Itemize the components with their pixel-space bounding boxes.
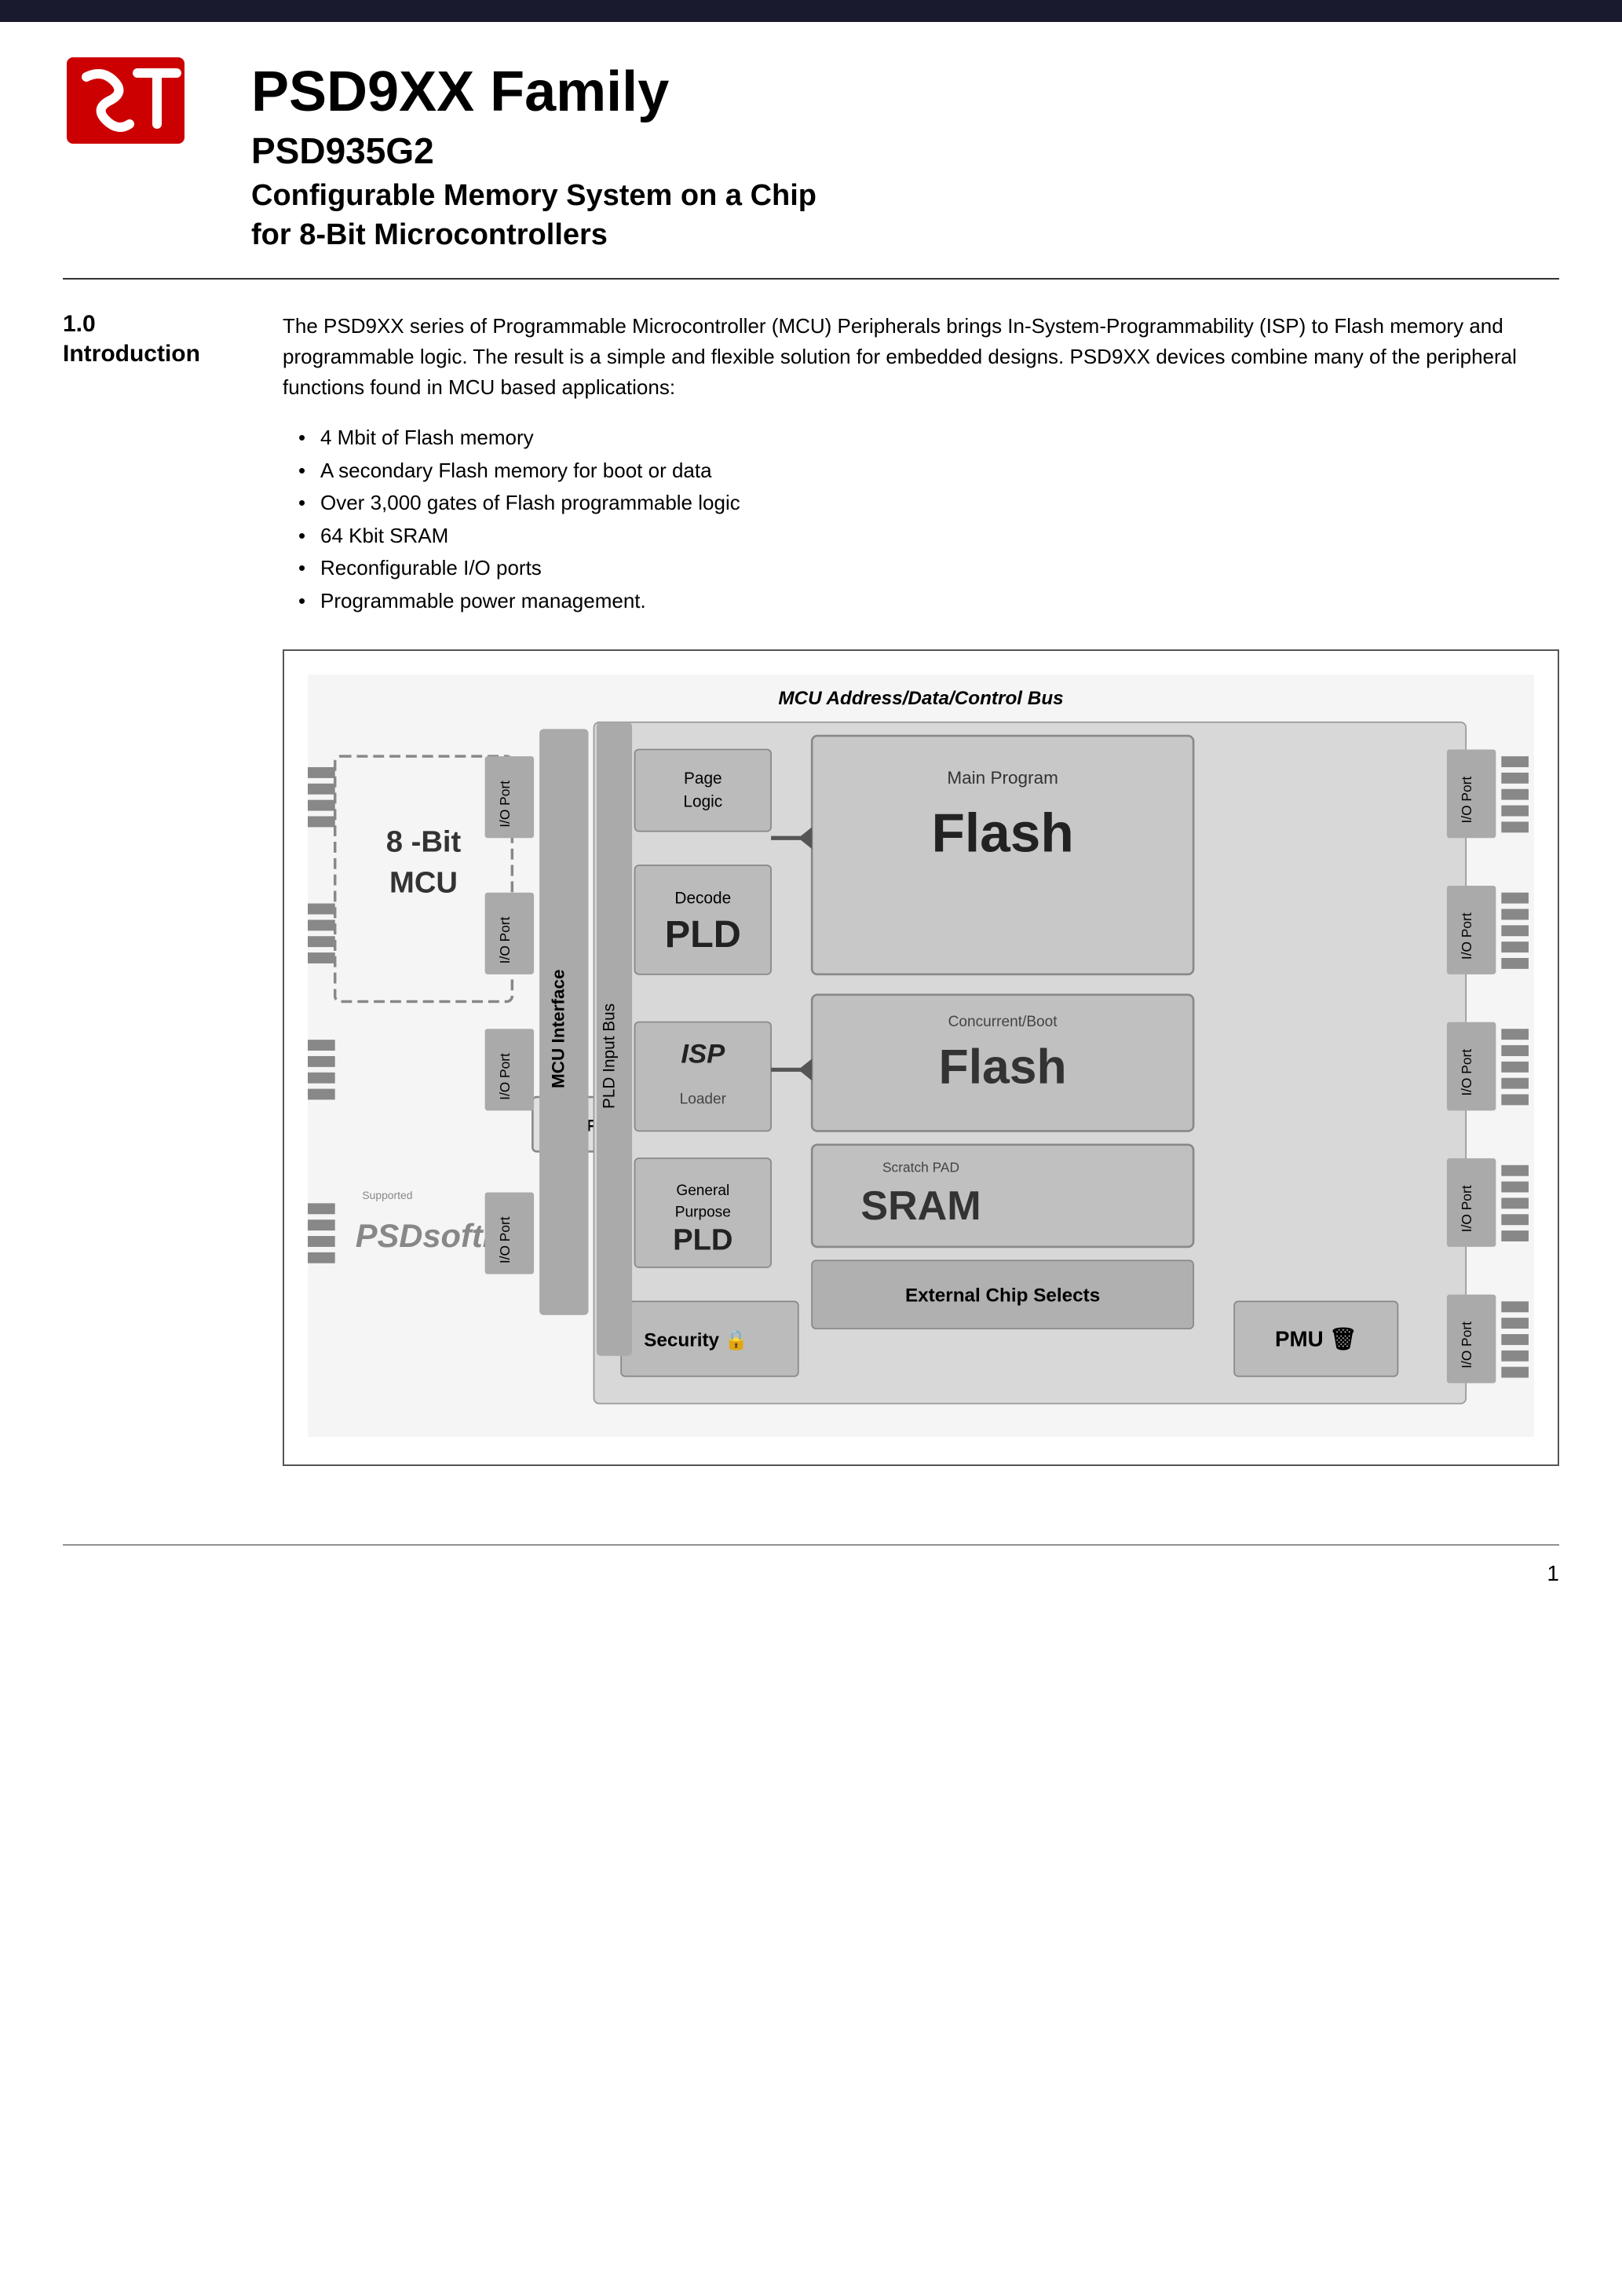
svg-text:PLD Input Bus: PLD Input Bus	[600, 1003, 618, 1108]
svg-text:Page: Page	[684, 769, 722, 787]
bullet-list: 4 Mbit of Flash memory A secondary Flash…	[298, 422, 1559, 618]
product-family: PSD9XX Family	[251, 61, 1559, 123]
svg-text:I/O Port: I/O Port	[1459, 1048, 1474, 1095]
bullet-item: Reconfigurable I/O ports	[298, 552, 1559, 585]
svg-text:Flash: Flash	[931, 802, 1073, 863]
svg-text:I/O Port: I/O Port	[1459, 1321, 1474, 1368]
product-model: PSD935G2	[251, 130, 1559, 172]
svg-text:I/O Port: I/O Port	[1459, 912, 1474, 960]
product-description: Configurable Memory System on a Chip for…	[251, 177, 1559, 254]
bullet-item: Over 3,000 gates of Flash programmable l…	[298, 487, 1559, 520]
svg-text:Flash: Flash	[939, 1039, 1067, 1094]
svg-text:Decode: Decode	[674, 889, 731, 907]
svg-text:I/O Port: I/O Port	[497, 1216, 513, 1263]
page-number: 1	[1547, 1561, 1559, 1586]
svg-text:Loader: Loader	[680, 1091, 727, 1107]
sidebar: 1.0 Introduction	[63, 311, 236, 1466]
section-number: 1.0	[63, 311, 236, 338]
svg-text:8 -Bit: 8 -Bit	[386, 824, 462, 858]
bullet-item: Programmable power management.	[298, 585, 1559, 618]
svg-text:I/O Port: I/O Port	[497, 1052, 513, 1099]
footer-row: 1	[0, 1561, 1622, 1586]
header-bar	[0, 0, 1622, 22]
block-diagram: MCU Address/Data/Control Bus 8 -Bit MCU …	[308, 675, 1534, 1438]
svg-text:Purpose: Purpose	[675, 1204, 731, 1220]
intro-text: The PSD9XX series of Programmable Microc…	[283, 311, 1559, 403]
st-logo	[63, 53, 188, 148]
svg-text:PLD: PLD	[665, 913, 741, 956]
top-section: PSD9XX Family PSD935G2 Configurable Memo…	[0, 22, 1622, 278]
svg-text:Logic: Logic	[683, 792, 722, 810]
svg-text:PLD: PLD	[673, 1223, 732, 1256]
bullet-item: 4 Mbit of Flash memory	[298, 422, 1559, 455]
svg-text:External Chip Selects: External Chip Selects	[905, 1285, 1100, 1306]
section-title: Introduction	[63, 341, 236, 367]
svg-text:PMU 🗑: PMU 🗑	[1275, 1326, 1357, 1351]
svg-text:Supported: Supported	[362, 1189, 412, 1201]
svg-text:I/O Port: I/O Port	[497, 916, 513, 963]
main-content: The PSD9XX series of Programmable Microc…	[283, 311, 1559, 1466]
svg-text:Scratch PAD: Scratch PAD	[882, 1159, 959, 1175]
bullet-item: 64 Kbit SRAM	[298, 520, 1559, 553]
svg-text:SRAM: SRAM	[860, 1183, 981, 1229]
svg-text:Concurrent/Boot: Concurrent/Boot	[948, 1013, 1058, 1029]
diagram-container: MCU Address/Data/Control Bus 8 -Bit MCU …	[283, 649, 1559, 1467]
svg-text:Main Program: Main Program	[947, 767, 1058, 787]
title-area: PSD9XX Family PSD935G2 Configurable Memo…	[251, 53, 1559, 254]
svg-text:ISP: ISP	[681, 1039, 725, 1069]
svg-text:MCU Interface: MCU Interface	[548, 969, 568, 1088]
svg-text:MCU: MCU	[389, 865, 458, 899]
content-section: 1.0 Introduction The PSD9XX series of Pr…	[0, 280, 1622, 1497]
svg-text:I/O Port: I/O Port	[497, 780, 513, 827]
svg-text:MCU Address/Data/Control Bus: MCU Address/Data/Control Bus	[778, 688, 1063, 709]
svg-text:I/O Port: I/O Port	[1459, 776, 1474, 823]
bullet-item: A secondary Flash memory for boot or dat…	[298, 455, 1559, 488]
svg-text:I/O Port: I/O Port	[1459, 1185, 1474, 1232]
svg-text:Security 🔒: Security 🔒	[644, 1329, 748, 1351]
logo-container	[63, 53, 204, 152]
svg-text:General: General	[676, 1183, 729, 1199]
